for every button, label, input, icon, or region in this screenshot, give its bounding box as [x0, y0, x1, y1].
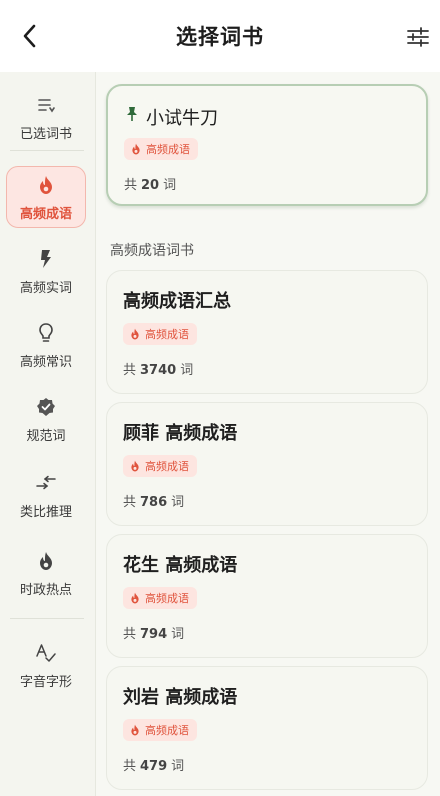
word-count: 共 20 词 — [124, 178, 177, 193]
category-tag: 高频成语 — [123, 719, 197, 741]
back-button[interactable] — [14, 20, 46, 52]
verified-badge-icon — [34, 395, 58, 419]
sidebar-item-label: 高频成语 — [19, 206, 72, 222]
sidebar-item-standard-words[interactable]: 规范词 — [6, 388, 86, 450]
book-card[interactable]: 刘岩 高频成语 高频成语 共 479 词 — [106, 666, 428, 790]
swap-arrows-icon — [34, 471, 58, 495]
sidebar-item-label: 时政热点 — [19, 582, 72, 598]
category-tag: 高频成语 — [123, 587, 197, 609]
sidebar-item-idioms[interactable]: 高频成语 — [6, 166, 86, 228]
book-list: 小试牛刀 高频成语 共 20 词 高频成语词书 高频成语汇总 高频成语 共 3740 词… — [96, 72, 440, 796]
chevron-left-icon — [23, 24, 36, 48]
filter-button[interactable] — [402, 22, 434, 52]
tag-label: 高频成语 — [145, 592, 189, 605]
top-bar: 选择词书 — [0, 0, 440, 72]
word-count: 共 3740 词 — [123, 363, 194, 378]
book-name: 刘岩 高频成语 — [123, 687, 238, 708]
lightbulb-icon — [34, 321, 58, 345]
category-tag: 高频成语 — [123, 323, 197, 345]
sidebar-item-common-knowledge[interactable]: 高频常识 — [6, 314, 86, 376]
flame-icon — [129, 460, 141, 472]
book-card[interactable]: 顾菲 高频成语 高频成语 共 786 词 — [106, 402, 428, 526]
book-name: 高频成语汇总 — [123, 291, 231, 312]
sidebar-item-current-affairs[interactable]: 时政热点 — [6, 542, 86, 604]
sidebar-item-analogy[interactable]: 类比推理 — [6, 464, 86, 526]
word-count: 共 794 词 — [123, 627, 185, 642]
word-count: 共 786 词 — [123, 495, 185, 510]
divider — [10, 618, 84, 619]
sidebar-item-label: 字音字形 — [19, 674, 72, 690]
category-tag: 高频成语 — [123, 455, 197, 477]
book-name: 小试牛刀 — [146, 108, 218, 129]
sidebar-item-label: 类比推理 — [19, 504, 72, 520]
book-name: 顾菲 高频成语 — [123, 423, 238, 444]
spell-check-icon — [34, 641, 58, 665]
tag-label: 高频成语 — [146, 143, 190, 156]
sidebar-item-pronunciation[interactable]: 字音字形 — [6, 634, 86, 696]
sidebar-item-label: 高频常识 — [19, 354, 72, 370]
sidebar-item-label: 已选词书 — [19, 126, 72, 142]
tag-label: 高频成语 — [145, 328, 189, 341]
category-tag: 高频成语 — [124, 138, 198, 160]
flame-icon — [34, 173, 58, 197]
category-sidebar: 已选词书 高频成语 高频实词 高频常识 规范词 类比推理 时政热点 字音字形 — [0, 72, 96, 796]
book-card[interactable]: 花生 高频成语 高频成语 共 794 词 — [106, 534, 428, 658]
tag-label: 高频成语 — [145, 460, 189, 473]
flame-icon — [129, 328, 141, 340]
flame-icon — [129, 592, 141, 604]
list-icon — [34, 93, 58, 117]
sidebar-item-content-words[interactable]: 高频实词 — [6, 240, 86, 302]
sidebar-item-label: 规范词 — [26, 428, 66, 444]
sliders-icon — [407, 27, 429, 47]
word-count: 共 479 词 — [123, 759, 185, 774]
pin-icon — [127, 107, 137, 121]
book-card[interactable]: 高频成语汇总 高频成语 共 3740 词 — [106, 270, 428, 394]
flame-icon — [129, 724, 141, 736]
divider — [10, 150, 84, 151]
bolt-icon — [34, 247, 58, 271]
sidebar-item-selected-books[interactable]: 已选词书 — [6, 86, 86, 148]
sidebar-item-label: 高频实词 — [19, 280, 72, 296]
page-title: 选择词书 — [176, 25, 264, 49]
tag-label: 高频成语 — [145, 724, 189, 737]
section-title: 高频成语词书 — [110, 243, 194, 259]
flame-icon — [34, 549, 58, 573]
book-name: 花生 高频成语 — [123, 555, 238, 576]
featured-book-card[interactable]: 小试牛刀 高频成语 共 20 词 — [106, 84, 428, 206]
flame-icon — [130, 143, 142, 155]
